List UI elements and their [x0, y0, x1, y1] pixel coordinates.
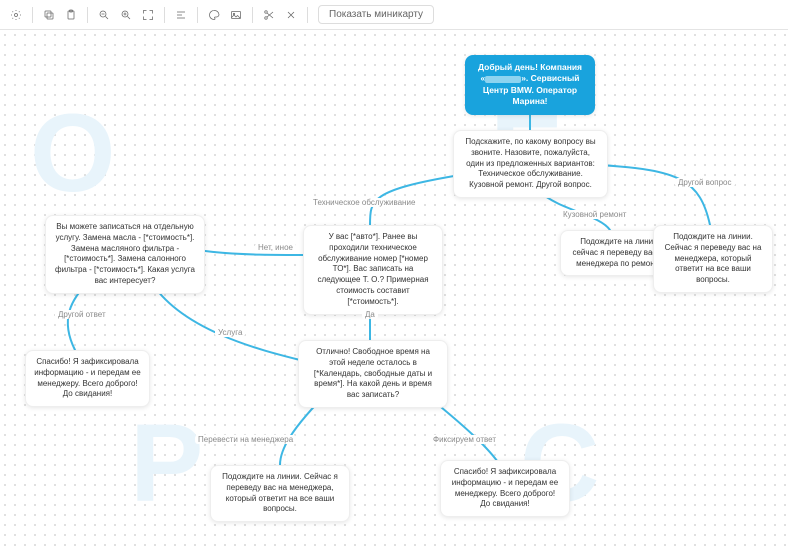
- delete-icon[interactable]: [281, 5, 301, 25]
- node-root[interactable]: Добрый день! Компания «». Сервисный Цент…: [465, 55, 595, 115]
- gear-icon[interactable]: [6, 5, 26, 25]
- layout-icon[interactable]: [171, 5, 191, 25]
- edge-label-fix: Фиксируем ответ: [430, 435, 499, 444]
- redacted-icon: [485, 76, 521, 83]
- edge-label-da: Да: [362, 310, 378, 319]
- text: Марина!: [512, 96, 547, 106]
- zoom-in-icon[interactable]: [116, 5, 136, 25]
- edge-label-kuz: Кузовной ремонт: [560, 210, 629, 219]
- text: Добрый день! Компания: [478, 62, 582, 72]
- edge-label-other: Другой вопрос: [675, 178, 735, 187]
- node-net[interactable]: Вы можете записаться на отдельную услугу…: [45, 215, 205, 294]
- toolbar: Показать миникарту: [0, 0, 788, 30]
- edge-label-mgr: Перевести на менеджера: [195, 435, 296, 444]
- show-minimap-button[interactable]: Показать миникарту: [318, 5, 434, 24]
- palette-icon[interactable]: [204, 5, 224, 25]
- copy-icon[interactable]: [39, 5, 59, 25]
- node-ask[interactable]: Подскажите, по какому вопросу вы звоните…: [453, 130, 608, 198]
- cut-icon[interactable]: [259, 5, 279, 25]
- paste-icon[interactable]: [61, 5, 81, 25]
- text: ». Сервисный: [521, 73, 579, 83]
- node-fix[interactable]: Спасибо! Я зафиксировала информацию - и …: [440, 460, 570, 517]
- edge-label-ans-other: Другой ответ: [55, 310, 109, 319]
- node-mgr[interactable]: Подождите на линии. Сейчас я переведу ва…: [210, 465, 350, 522]
- zoom-out-icon[interactable]: [94, 5, 114, 25]
- fit-icon[interactable]: [138, 5, 158, 25]
- edge-label-usluga: Услуга: [215, 328, 245, 337]
- node-other[interactable]: Подождите на линии. Сейчас я переведу ва…: [653, 225, 773, 293]
- picture-icon[interactable]: [226, 5, 246, 25]
- edge-label-to: Техническое обслуживание: [310, 198, 418, 207]
- text: Центр BMW. Оператор: [483, 85, 577, 95]
- node-to[interactable]: У вас [*авто*]. Ранее вы проходили техни…: [303, 225, 443, 315]
- node-ans-other[interactable]: Спасибо! Я зафиксировала информацию - и …: [25, 350, 150, 407]
- edge-label-net: Нет, иное: [255, 243, 296, 252]
- diagram-canvas[interactable]: О Е Р С Добрый день! Компания «». Сервис…: [0, 30, 788, 554]
- node-da[interactable]: Отлично! Свободное время на этой неделе …: [298, 340, 448, 408]
